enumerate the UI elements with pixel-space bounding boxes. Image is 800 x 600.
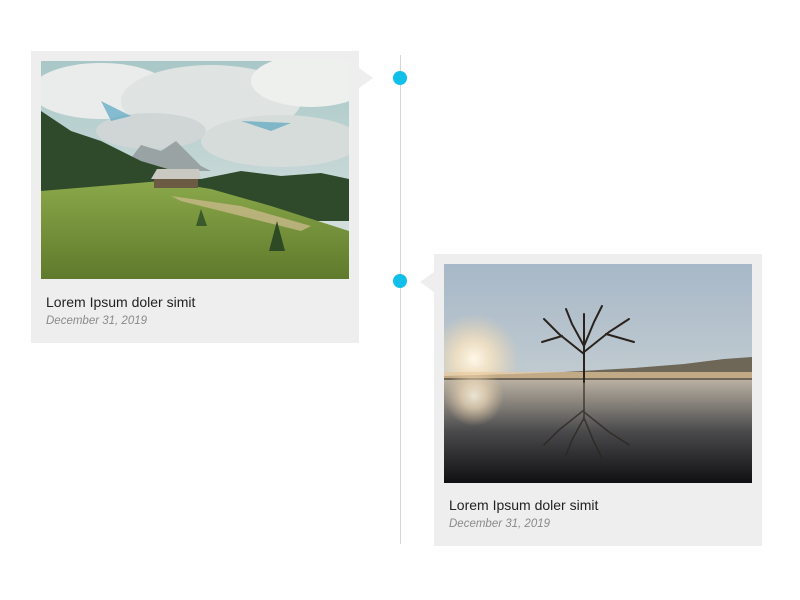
card-title: Lorem Ipsum doler simit bbox=[449, 497, 599, 513]
card-pointer bbox=[420, 272, 434, 292]
card-date: December 31, 2019 bbox=[46, 315, 148, 327]
card-date: December 31, 2019 bbox=[449, 518, 551, 530]
timeline-line bbox=[400, 55, 401, 544]
timeline-card[interactable]: Lorem Ipsum doler simit December 31, 201… bbox=[434, 254, 762, 546]
mountain-meadow-cabin-photo bbox=[41, 61, 349, 279]
card-pointer bbox=[359, 68, 373, 88]
card-title: Lorem Ipsum doler simit bbox=[46, 294, 196, 310]
timeline-dot bbox=[393, 71, 407, 85]
timeline-dot bbox=[393, 274, 407, 288]
lone-tree-lake-sunrise-photo bbox=[444, 264, 752, 483]
timeline-card[interactable]: Lorem Ipsum doler simit December 31, 201… bbox=[31, 51, 359, 343]
